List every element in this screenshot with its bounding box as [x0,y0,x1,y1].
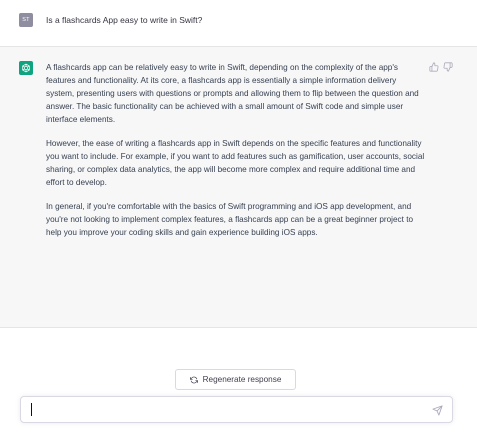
assistant-answer: A flashcards app can be relatively easy … [46,61,426,250]
openai-logo-icon [19,61,33,75]
refresh-icon [189,376,198,384]
text-caret [31,403,32,416]
send-icon[interactable] [432,405,443,416]
assistant-message-row: A flashcards app can be relatively easy … [0,47,477,328]
user-avatar: ST [19,13,33,27]
answer-paragraph: However, the ease of writing a flashcard… [46,139,425,187]
user-message-row: ST Is a flashcards App easy to write in … [0,0,477,47]
user-message-text: Is a flashcards App easy to write in Swi… [46,15,203,25]
message-composer [20,396,453,423]
message-input[interactable] [30,402,425,418]
feedback-buttons [429,62,453,72]
regenerate-response-button[interactable]: Regenerate response [175,369,296,390]
regenerate-label: Regenerate response [202,375,282,384]
answer-paragraph: In general, if you're comfortable with t… [46,202,414,237]
answer-paragraph: A flashcards app can be relatively easy … [46,63,419,124]
thumbs-up-icon[interactable] [429,62,439,72]
thumbs-down-icon[interactable] [443,62,453,72]
